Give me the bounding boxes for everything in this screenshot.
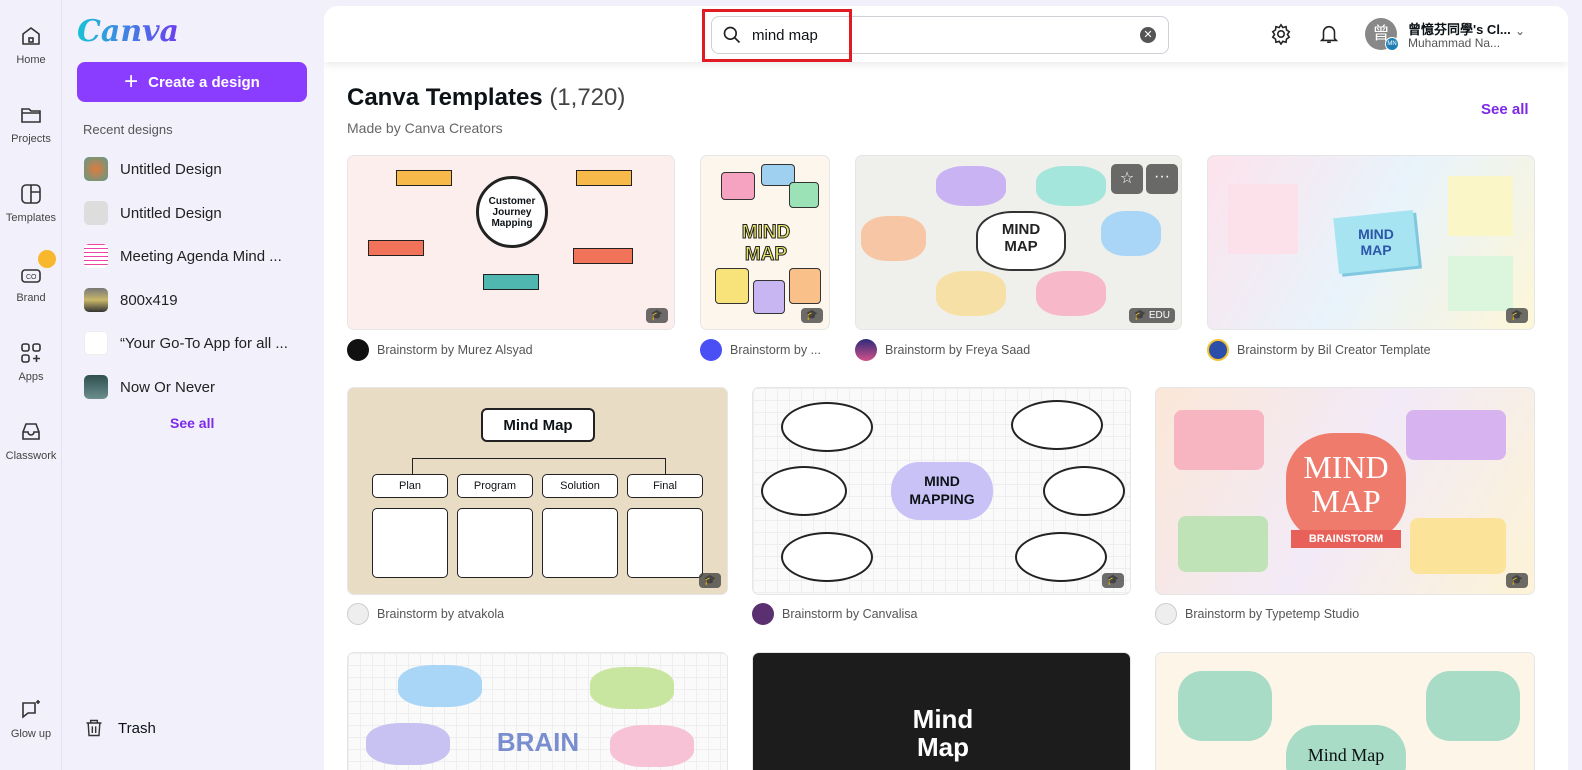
- trash-icon: [86, 719, 102, 737]
- recent-design-item[interactable]: Now Or Never: [84, 373, 215, 401]
- recent-designs-heading: Recent designs: [83, 122, 173, 137]
- section-subtitle: Made by Canva Creators: [347, 120, 503, 136]
- rail-brand[interactable]: CO Brand: [0, 250, 62, 304]
- canva-logo[interactable]: Canva: [77, 14, 179, 49]
- creator-avatar: [1155, 603, 1177, 625]
- template-creator[interactable]: Brainstorm by Murez Alsyad: [347, 339, 533, 361]
- brand-icon: CO: [21, 269, 41, 283]
- template-card[interactable]: Mind Map: [1155, 652, 1535, 770]
- template-card[interactable]: MIND MAP 🎓: [1207, 155, 1535, 330]
- favorite-button[interactable]: ☆: [1111, 164, 1143, 194]
- template-card[interactable]: Customer Journey Mapping 🎓: [347, 155, 675, 330]
- rail-projects[interactable]: Projects: [0, 103, 62, 145]
- creator-avatar: [1207, 339, 1229, 361]
- trash-button[interactable]: Trash: [84, 718, 156, 738]
- template-card[interactable]: BRAIN: [347, 652, 728, 770]
- creator-avatar: [700, 339, 722, 361]
- education-icon: 🎓: [800, 308, 823, 323]
- template-creator[interactable]: Brainstorm by Canvalisa: [752, 603, 917, 625]
- top-bar: mind map ✕ 曾 MN 曾憶芬同學's Cl... Muhammad N…: [324, 6, 1568, 62]
- education-icon: 🎓: [1101, 573, 1124, 588]
- template-card[interactable]: MIND MAP ☆ ··· 🎓 EDU: [855, 155, 1182, 330]
- classwork-icon: [22, 423, 40, 440]
- create-design-button[interactable]: + Create a design: [77, 62, 307, 102]
- rail-home[interactable]: Home: [0, 24, 62, 66]
- search-highlight-box: [702, 9, 852, 62]
- design-thumbnail: [84, 201, 108, 225]
- main-content: mind map ✕ 曾 MN 曾憶芬同學's Cl... Muhammad N…: [324, 6, 1568, 770]
- template-card[interactable]: MIND MAP 🎓: [700, 155, 830, 330]
- creator-avatar: [855, 339, 877, 361]
- education-icon: 🎓: [645, 308, 668, 323]
- template-creator[interactable]: Brainstorm by ...: [700, 339, 821, 361]
- avatar-badge: MN: [1385, 37, 1399, 51]
- account-user: Muhammad Na...: [1408, 36, 1501, 50]
- page-title: Canva Templates (1,720): [347, 84, 626, 111]
- account-menu[interactable]: 曾 MN 曾憶芬同學's Cl... Muhammad Na... ⌄: [1365, 18, 1535, 52]
- clear-search-icon[interactable]: ✕: [1140, 27, 1156, 43]
- template-creator[interactable]: Brainstorm by atvakola: [347, 603, 504, 625]
- creator-avatar: [347, 603, 369, 625]
- design-thumbnail: [84, 157, 108, 181]
- education-icon: 🎓: [1505, 308, 1528, 323]
- education-icon: 🎓: [1505, 573, 1528, 588]
- creator-avatar: [752, 603, 774, 625]
- glow-up-icon: [22, 700, 40, 719]
- recent-design-item[interactable]: Untitled Design: [84, 155, 222, 183]
- recent-design-item[interactable]: Untitled Design: [84, 199, 222, 227]
- template-creator[interactable]: Brainstorm by Bil Creator Template: [1207, 339, 1431, 361]
- rail-templates[interactable]: Templates: [0, 182, 62, 224]
- template-card[interactable]: MIND MAPPING 🎓: [752, 387, 1131, 595]
- education-icon: 🎓: [698, 573, 721, 588]
- edu-badge: 🎓 EDU: [1128, 308, 1175, 323]
- recent-design-item[interactable]: “Your Go-To App for all ...: [84, 329, 288, 357]
- side-panel: Canva + Create a design Recent designs Un…: [62, 0, 322, 770]
- rail-classwork[interactable]: Classwork: [0, 420, 62, 462]
- crown-badge-icon: [38, 250, 56, 268]
- design-thumbnail: [84, 244, 108, 268]
- template-creator[interactable]: Brainstorm by Freya Saad: [855, 339, 1030, 361]
- gear-icon[interactable]: [1270, 23, 1292, 45]
- plus-icon: +: [124, 68, 139, 95]
- rail-apps[interactable]: Apps: [0, 341, 62, 383]
- rail-glow-up[interactable]: Glow up: [0, 698, 62, 740]
- recent-design-item[interactable]: Meeting Agenda Mind ...: [84, 242, 282, 270]
- recent-design-item[interactable]: 800x419: [84, 286, 178, 314]
- svg-text:CO: CO: [26, 274, 37, 281]
- chevron-down-icon: ⌄: [1515, 24, 1526, 38]
- template-card[interactable]: Mind Map Plan Program Solution Final 🎓: [347, 387, 728, 595]
- more-options-button[interactable]: ···: [1146, 164, 1178, 194]
- folder-icon: [21, 108, 41, 123]
- see-all-recent-link[interactable]: See all: [170, 415, 214, 431]
- template-card[interactable]: Mind Map: [752, 652, 1131, 770]
- template-creator[interactable]: Brainstorm by Typetemp Studio: [1155, 603, 1359, 625]
- home-icon: [22, 27, 40, 45]
- nav-rail: Home Projects Templates CO Brand Apps Cla…: [0, 0, 62, 770]
- design-thumbnail: [84, 288, 108, 312]
- template-card[interactable]: MIND MAP BRAINSTORM 🎓: [1155, 387, 1535, 595]
- design-thumbnail: [84, 331, 108, 355]
- apps-icon: [21, 343, 41, 363]
- design-thumbnail: [84, 375, 108, 399]
- creator-avatar: [347, 339, 369, 361]
- bell-icon[interactable]: [1318, 23, 1340, 45]
- see-all-templates-link[interactable]: See all: [1481, 101, 1529, 118]
- templates-icon: [21, 184, 41, 204]
